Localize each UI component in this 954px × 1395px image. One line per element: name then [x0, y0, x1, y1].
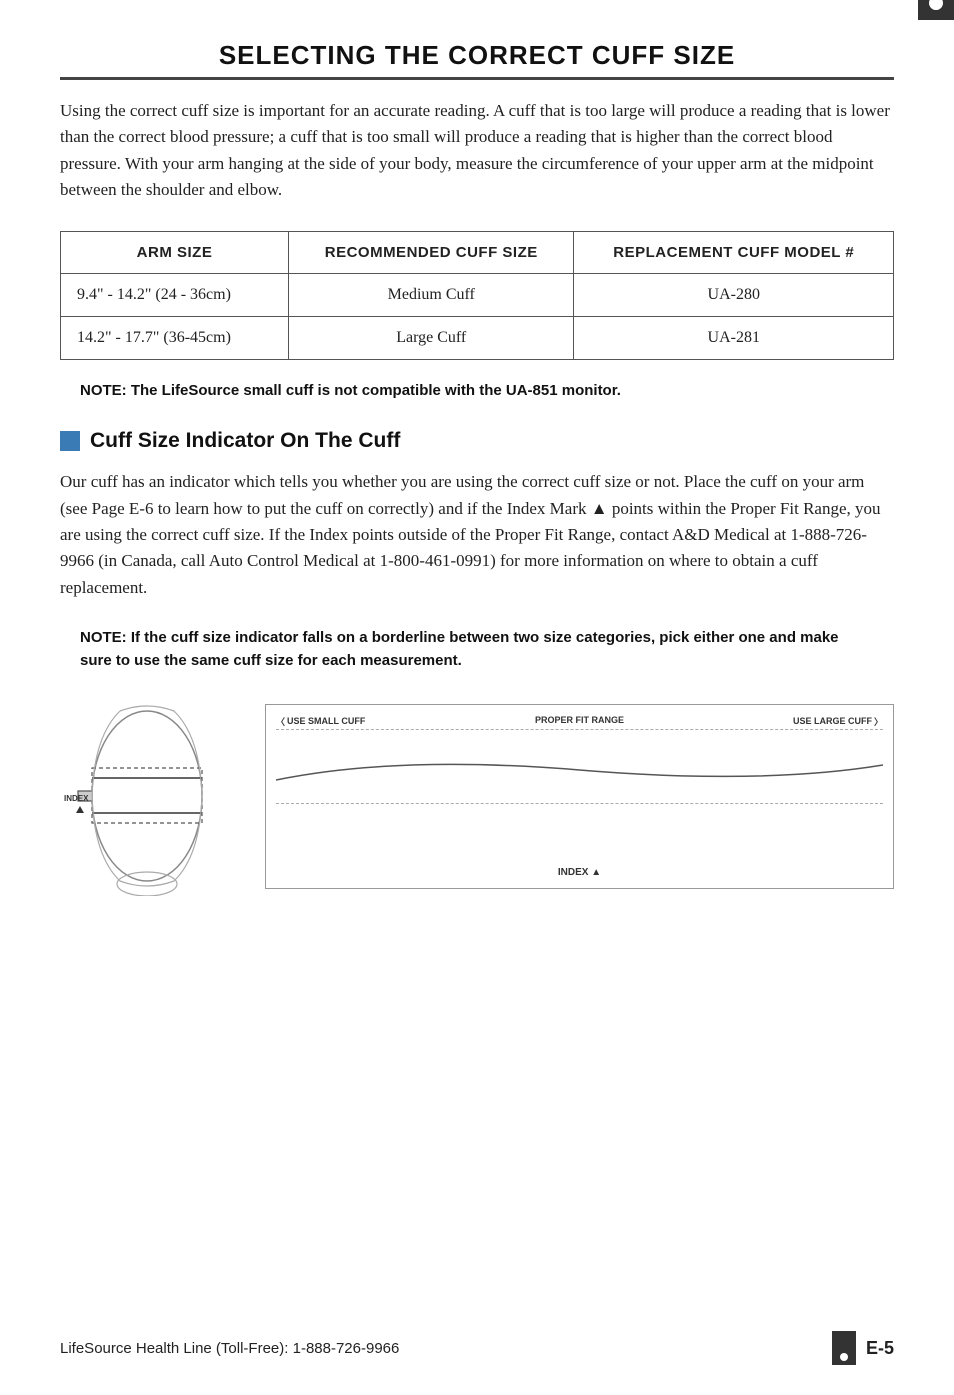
- note-1: NOTE: The LifeSource small cuff is not c…: [60, 382, 894, 399]
- note-2: NOTE: If the cuff size indicator falls o…: [60, 627, 894, 672]
- cuff-size-table: ARM SIZE RECOMMENDED CUFF SIZE REPLACEME…: [60, 231, 894, 360]
- footer-contact: LifeSource Health Line (Toll-Free): 1-88…: [60, 1340, 399, 1357]
- model-2: UA-281: [574, 317, 894, 360]
- dashed-top-line: [276, 729, 883, 730]
- footer: LifeSource Health Line (Toll-Free): 1-88…: [60, 1331, 894, 1365]
- section-title: Cuff Size Indicator On The Cuff: [90, 429, 400, 453]
- dashed-bottom-line: [276, 803, 883, 804]
- index-bottom-label: INDEX ▲: [558, 867, 601, 878]
- section-icon: [60, 431, 80, 451]
- use-small-cuff-label: 〈 USE SMALL CUFF: [276, 715, 365, 728]
- svg-text:INDEX: INDEX: [64, 794, 89, 803]
- header-bookmark: [918, 0, 954, 20]
- table-row: 9.4" - 14.2" (24 - 36cm) Medium Cuff UA-…: [61, 274, 894, 317]
- cuff-indicator-diagram: 〈 USE SMALL CUFF PROPER FIT RANGE USE LA…: [265, 704, 894, 889]
- page-header: SELECTING THE CORRECT CUFF SIZE: [60, 40, 894, 71]
- indicator-inner: 〈 USE SMALL CUFF PROPER FIT RANGE USE LA…: [276, 715, 883, 878]
- arm-illustration: INDEX: [60, 696, 235, 896]
- proper-fit-range-label: PROPER FIT RANGE: [535, 715, 624, 725]
- arm-size-2: 14.2" - 17.7" (36-45cm): [61, 317, 289, 360]
- table-header-replacement: REPLACEMENT CUFF MODEL #: [574, 232, 894, 274]
- header-divider: [60, 77, 894, 80]
- use-large-cuff-label: USE LARGE CUFF 〉: [793, 715, 883, 728]
- chevron-right-icon: 〉: [874, 715, 883, 728]
- arm-size-1: 9.4" - 14.2" (24 - 36cm): [61, 274, 289, 317]
- table-header-arm-size: ARM SIZE: [61, 232, 289, 274]
- footer-bookmark: [832, 1331, 856, 1365]
- cuff-size-2: Large Cuff: [289, 317, 574, 360]
- page: SELECTING THE CORRECT CUFF SIZE Using th…: [0, 0, 954, 1395]
- section-heading: Cuff Size Indicator On The Cuff: [60, 429, 894, 453]
- table-header-recommended: RECOMMENDED CUFF SIZE: [289, 232, 574, 274]
- chevron-left-icon: 〈: [276, 715, 285, 728]
- footer-bookmark-dot: [840, 1353, 848, 1361]
- model-1: UA-280: [574, 274, 894, 317]
- footer-page-number: E-5: [866, 1338, 894, 1359]
- body-paragraph: Our cuff has an indicator which tells yo…: [60, 469, 894, 601]
- arm-line-svg: [276, 745, 883, 795]
- cuff-size-1: Medium Cuff: [289, 274, 574, 317]
- indicator-label-row: 〈 USE SMALL CUFF PROPER FIT RANGE USE LA…: [276, 715, 883, 728]
- page-title: SELECTING THE CORRECT CUFF SIZE: [219, 40, 735, 71]
- intro-paragraph: Using the correct cuff size is important…: [60, 98, 894, 203]
- diagram-area: INDEX 〈 USE SMALL CUFF PROPER FIT RANGE …: [60, 696, 894, 896]
- table-row: 14.2" - 17.7" (36-45cm) Large Cuff UA-28…: [61, 317, 894, 360]
- footer-right: E-5: [832, 1331, 894, 1365]
